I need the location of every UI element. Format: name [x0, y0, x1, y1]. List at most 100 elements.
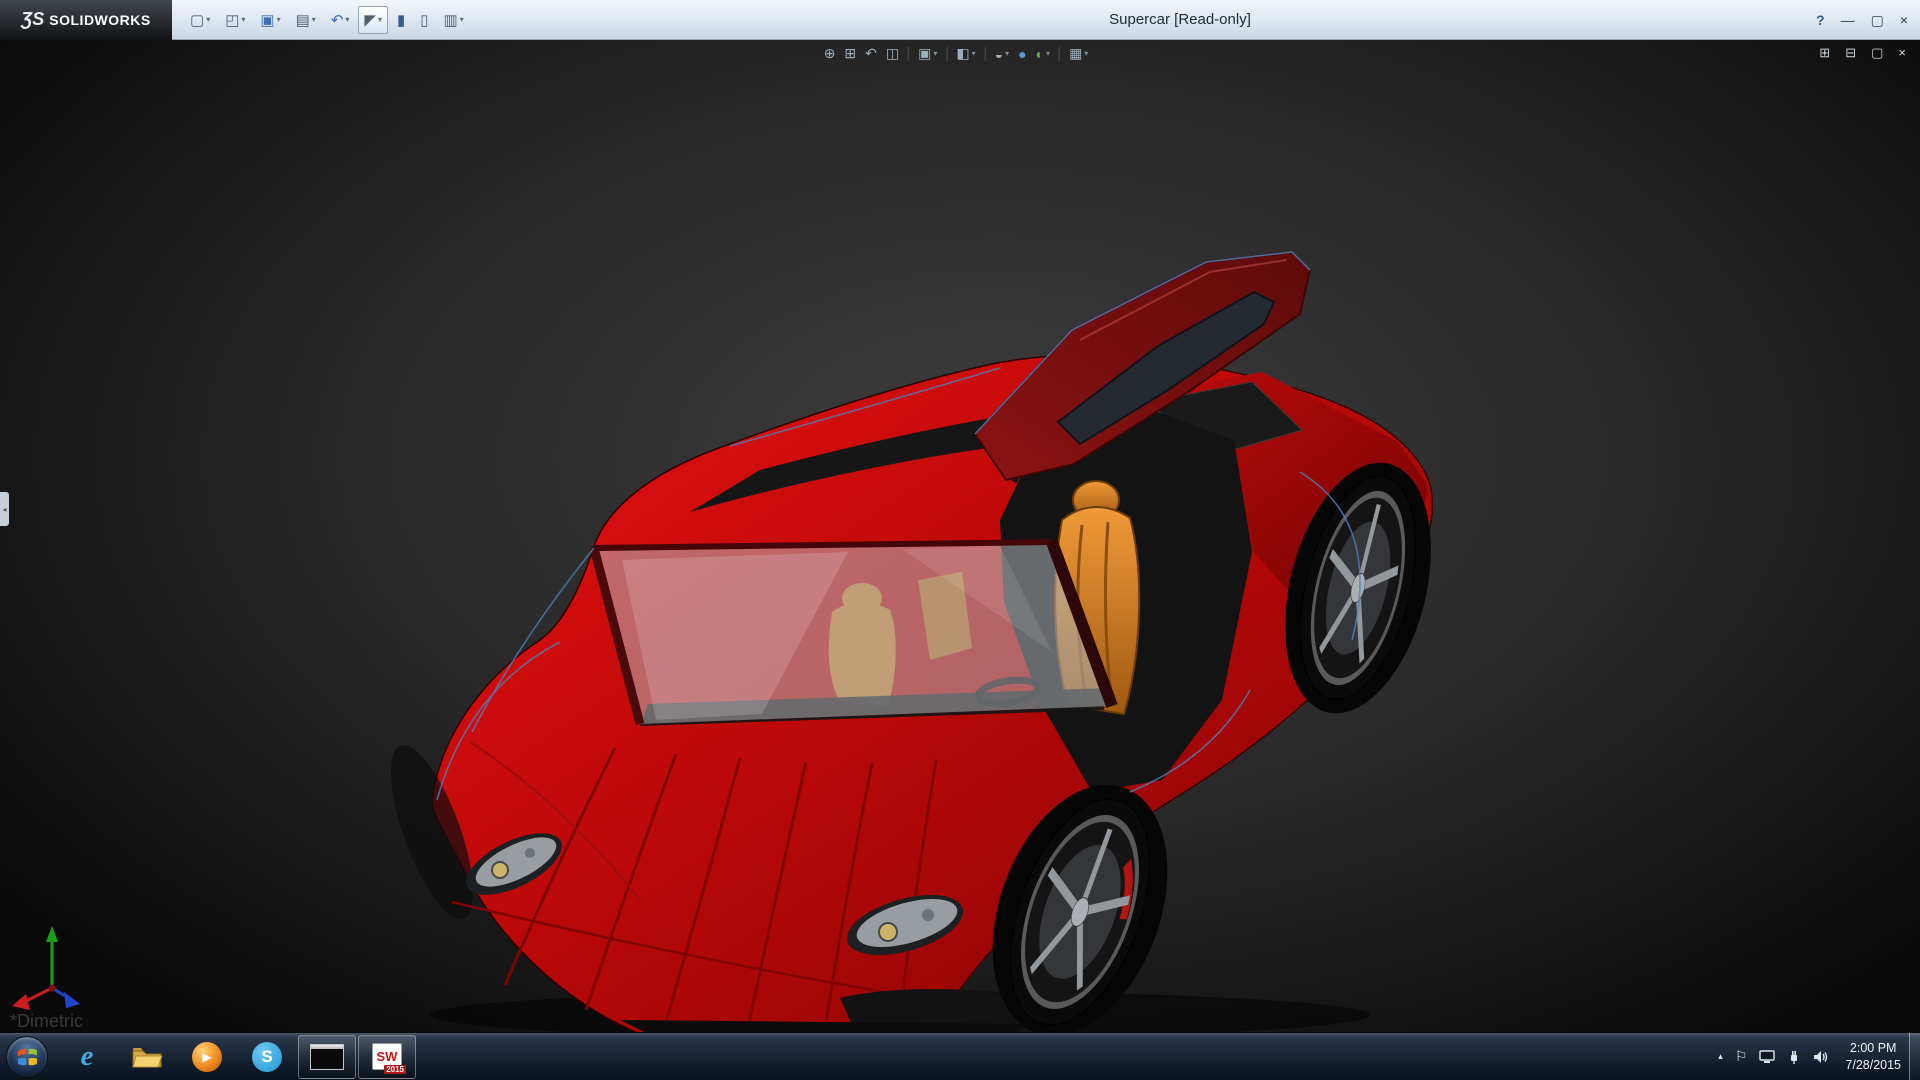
save-button[interactable]: ▣ ▾ — [254, 6, 286, 34]
dassault-3ds-icon: ƷS — [21, 9, 44, 30]
screen: ƷS SOLIDWORKS ▢ ▾ ◰ ▾ ▣ ▾ ▤ ▾ ↶ ▾ — [0, 0, 1920, 1080]
taskbar-clock[interactable]: 2:00 PM 7/28/2015 — [1845, 1040, 1901, 1073]
network-plug-icon[interactable] — [1787, 1050, 1801, 1064]
taskbar-skype-button[interactable]: S — [238, 1035, 296, 1079]
play-icon: ▶ — [202, 1050, 211, 1064]
main-toolbar: ▢ ▾ ◰ ▾ ▣ ▾ ▤ ▾ ↶ ▾ ◤ ▾ — [184, 6, 470, 34]
start-button[interactable] — [6, 1036, 48, 1078]
solidworks-app-icon: SW 2015 — [372, 1043, 402, 1070]
chevron-down-icon: ▾ — [1005, 49, 1009, 58]
view-settings-button[interactable]: ▦ ▾ — [1069, 45, 1088, 62]
clock-time: 2:00 PM — [1845, 1040, 1901, 1056]
doc-restore-button[interactable]: ▢ — [1871, 45, 1883, 61]
chevron-down-icon: ▾ — [1084, 49, 1088, 58]
titlebar: ƷS SOLIDWORKS ▢ ▾ ◰ ▾ ▣ ▾ ▤ ▾ ↶ ▾ — [0, 0, 1920, 40]
rebuild-icon: ▯ — [420, 11, 428, 29]
chevron-down-icon: ▾ — [312, 15, 316, 24]
print-button[interactable]: ▤ ▾ — [290, 6, 322, 34]
new-document-button[interactable]: ▢ ▾ — [184, 6, 216, 34]
edit-appearance-button[interactable]: ● — [1018, 46, 1026, 62]
document-window-controls: ⊞ ⊟ ▢ × — [1819, 45, 1906, 61]
previous-view-icon: ↶ — [865, 45, 877, 62]
doc-minimize-button[interactable]: ⊟ — [1845, 45, 1856, 61]
undo-arrow-icon: ↶ — [331, 11, 344, 29]
speaker-icon[interactable] — [1813, 1050, 1829, 1064]
chevron-down-icon: ▾ — [933, 49, 937, 58]
edit-appearance-icon: ● — [1018, 46, 1026, 62]
open-button[interactable]: ◰ ▾ — [219, 6, 251, 34]
options-sheet-icon: ▥ — [444, 11, 458, 29]
display-style-button[interactable]: ◧ ▾ — [956, 45, 975, 62]
new-document-icon: ▢ — [190, 11, 204, 29]
skype-icon: S — [252, 1042, 282, 1072]
hide-show-items-icon: ◒ — [995, 46, 1003, 62]
view-orientation-button[interactable]: ▣ ▾ — [918, 45, 937, 62]
windshield — [594, 542, 1112, 724]
show-hidden-icons-button[interactable]: ▴ — [1718, 1051, 1723, 1062]
window-controls: ? — ▢ × — [1816, 0, 1908, 40]
pane-toggle-icon[interactable]: ⊞ — [1819, 45, 1830, 61]
windows-flag-icon — [17, 1048, 38, 1066]
zoom-to-area-button[interactable]: ⊞ — [844, 45, 856, 62]
taskbar-command-prompt-button[interactable] — [298, 1035, 356, 1079]
view-settings-icon: ▦ — [1069, 45, 1082, 62]
collapse-arrow-icon: ◂ — [2, 505, 6, 514]
display-style-icon: ◧ — [956, 45, 969, 62]
chevron-down-icon: ▾ — [1046, 49, 1050, 58]
select-cursor-icon: ◤ — [364, 11, 376, 29]
options-button[interactable]: ▥ ▾ — [438, 6, 470, 34]
display-icon[interactable] — [1759, 1050, 1775, 1064]
system-tray: ▴ ⚐ 2:00 PM 7/28/2015 — [1718, 1040, 1909, 1073]
separator — [985, 47, 986, 61]
feature-manager-collapse-tab[interactable]: ◂ — [0, 492, 9, 526]
close-button[interactable]: × — [1900, 12, 1908, 28]
separator — [946, 47, 947, 61]
instant3d-icon: ▮ — [397, 11, 405, 29]
maximize-button[interactable]: ▢ — [1871, 12, 1884, 29]
brand-name: SOLIDWORKS — [49, 12, 150, 28]
show-desktop-button[interactable] — [1909, 1033, 1920, 1080]
section-view-icon: ◫ — [886, 45, 899, 62]
viewport-3d[interactable]: ⊕ ⊞ ↶ ◫ ▣ ▾ ◧ ▾ ◒ ▾ — [0, 40, 1920, 1032]
zoom-to-fit-icon: ⊕ — [824, 45, 836, 62]
taskbar-internet-explorer-button[interactable]: e — [58, 1035, 116, 1079]
graphics-area — [0, 40, 1920, 1032]
taskbar-media-player-button[interactable]: ▶ — [178, 1035, 236, 1079]
open-folder-icon: ◰ — [225, 11, 239, 29]
taskbar-solidworks-button[interactable]: SW 2015 — [358, 1035, 416, 1079]
separator — [908, 47, 909, 61]
solidworks-version-badge: 2015 — [384, 1065, 406, 1074]
hide-show-items-button[interactable]: ◒ ▾ — [995, 46, 1009, 62]
section-view-button[interactable]: ◫ — [886, 45, 899, 62]
printer-icon: ▤ — [296, 11, 310, 29]
solidworks-logo: ƷS SOLIDWORKS — [0, 0, 172, 40]
doc-close-button[interactable]: × — [1898, 45, 1906, 61]
rebuild-button[interactable]: ▯ — [414, 6, 434, 34]
media-player-icon: ▶ — [192, 1042, 222, 1072]
apply-scene-icon: ◐ — [1036, 46, 1044, 62]
minimize-button[interactable]: — — [1841, 12, 1855, 28]
view-orientation-icon: ▣ — [918, 45, 931, 62]
document-title: Supercar [Read-only] — [1109, 0, 1251, 40]
previous-view-button[interactable]: ↶ — [865, 45, 877, 62]
help-icon[interactable]: ? — [1816, 12, 1825, 28]
zoom-to-area-icon: ⊞ — [844, 45, 856, 62]
taskbar-explorer-button[interactable] — [118, 1035, 176, 1079]
chevron-down-icon: ▾ — [277, 15, 281, 24]
orientation-triad — [12, 926, 80, 1010]
chevron-down-icon: ▾ — [241, 15, 245, 24]
chevron-down-icon: ▾ — [345, 15, 349, 24]
apply-scene-button[interactable]: ◐ ▾ — [1036, 46, 1050, 62]
separator — [1059, 47, 1060, 61]
heads-up-view-toolbar: ⊕ ⊞ ↶ ◫ ▣ ▾ ◧ ▾ ◒ ▾ — [824, 45, 1089, 62]
select-tool-button[interactable]: ◤ ▾ — [358, 6, 388, 34]
orientation-label: *Dimetric — [10, 1011, 83, 1032]
supercar-model[interactable] — [374, 252, 1455, 1032]
action-center-flag-icon[interactable]: ⚐ — [1735, 1048, 1748, 1065]
solidworks-glyph: SW — [377, 1049, 398, 1064]
zoom-to-fit-button[interactable]: ⊕ — [824, 45, 836, 62]
undo-button[interactable]: ↶ ▾ — [325, 6, 356, 34]
folder-icon — [131, 1044, 163, 1070]
instant3d-button[interactable]: ▮ — [391, 6, 411, 34]
chevron-down-icon: ▾ — [972, 49, 976, 58]
